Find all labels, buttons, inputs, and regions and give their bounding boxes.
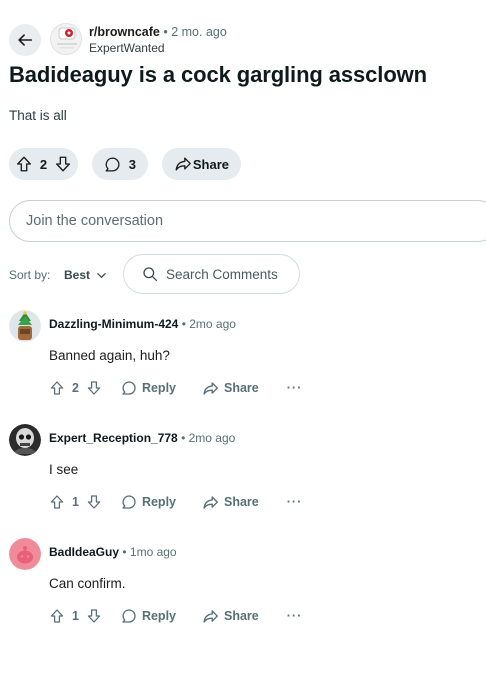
share-icon xyxy=(202,494,219,511)
share-button[interactable]: Share xyxy=(202,380,259,397)
post-author[interactable]: ExpertWanted xyxy=(89,41,165,55)
comment-age: 1mo ago xyxy=(129,545,177,559)
join-conversation-input[interactable]: Join the conversation xyxy=(9,200,486,242)
comment-age: 2mo ago xyxy=(189,317,236,331)
share-icon xyxy=(202,608,219,625)
comment-header: Dazzling-Minimum-424 • 2mo ago xyxy=(49,317,236,331)
comment-vote-group: 1 xyxy=(49,494,102,510)
post-vote-count: 2 xyxy=(39,156,48,172)
upvote-icon[interactable] xyxy=(49,608,65,624)
reply-label: Reply xyxy=(141,609,176,623)
subreddit-line: r/browncafe • 2 mo. ago xyxy=(89,25,227,39)
search-icon xyxy=(142,266,158,282)
share-button[interactable]: Share xyxy=(202,494,259,511)
comment-text: Banned again, huh? xyxy=(49,348,170,363)
more-icon[interactable]: ··· xyxy=(287,495,303,509)
comment-icon xyxy=(121,380,137,396)
downvote-icon[interactable] xyxy=(86,494,102,510)
avatar[interactable] xyxy=(9,310,41,342)
comment-vote-group: 1 xyxy=(49,608,102,624)
subreddit-avatar[interactable] xyxy=(50,23,82,55)
search-comments-button[interactable]: Search Comments xyxy=(123,254,300,294)
downvote-icon[interactable] xyxy=(54,155,72,173)
share-label: Share xyxy=(224,495,259,509)
comment-icon xyxy=(121,608,137,624)
comment-age-separator: • xyxy=(178,317,190,331)
comment-actions: 1 Reply Share ··· xyxy=(49,490,302,514)
comment-age: 2mo ago xyxy=(188,431,236,445)
comment-text: Can confirm. xyxy=(49,576,126,591)
comment-age-separator: • xyxy=(177,431,189,445)
post-comments-button[interactable]: 3 xyxy=(92,148,148,180)
comment-author[interactable]: BadIdeaGuy xyxy=(49,545,119,559)
reply-button[interactable]: Reply xyxy=(121,608,176,624)
comment-text: I see xyxy=(49,462,79,477)
post-body: That is all xyxy=(9,108,67,123)
comment-vote-count: 1 xyxy=(72,609,79,623)
reply-label: Reply xyxy=(141,381,176,395)
upvote-icon[interactable] xyxy=(49,380,65,396)
chevron-down-icon xyxy=(96,270,107,281)
downvote-icon[interactable] xyxy=(86,608,102,624)
comment: Expert_Reception_778 • 2mo ago I see 1 R… xyxy=(9,424,479,524)
post-share-button[interactable]: Share xyxy=(162,148,241,180)
comment-author[interactable]: Expert_Reception_778 xyxy=(49,431,178,445)
comment-vote-group: 2 xyxy=(49,380,102,396)
comment-age-separator: • xyxy=(119,545,130,559)
comment: BadIdeaGuy • 1mo ago Can confirm. 1 Repl… xyxy=(9,538,479,638)
reply-button[interactable]: Reply xyxy=(121,494,176,510)
reply-label: Reply xyxy=(141,495,176,509)
search-comments-label: Search Comments xyxy=(166,266,278,282)
share-label: Share xyxy=(224,609,259,623)
sort-value: Best xyxy=(64,268,91,282)
sort-label: Sort by: xyxy=(9,268,51,282)
more-icon[interactable]: ··· xyxy=(287,609,303,623)
upvote-icon[interactable] xyxy=(15,155,33,173)
upvote-icon[interactable] xyxy=(49,494,65,510)
comment-vote-count: 1 xyxy=(72,495,79,509)
comment: Dazzling-Minimum-424 • 2mo ago Banned ag… xyxy=(9,310,479,410)
share-label: Share xyxy=(224,381,259,395)
avatar[interactable] xyxy=(9,424,41,456)
join-conversation-placeholder: Join the conversation xyxy=(26,213,164,229)
share-icon xyxy=(202,380,219,397)
downvote-icon[interactable] xyxy=(86,380,102,396)
post-title: Badideaguy is a cock gargling assclown xyxy=(9,62,428,87)
comment-header: BadIdeaGuy • 1mo ago xyxy=(49,545,177,559)
comment-author[interactable]: Dazzling-Minimum-424 xyxy=(49,317,178,331)
comment-header: Expert_Reception_778 • 2mo ago xyxy=(49,431,235,445)
post-comment-count: 3 xyxy=(128,156,136,172)
subreddit-logo-icon xyxy=(57,27,77,49)
back-arrow-icon xyxy=(18,34,33,46)
post-share-label: Share xyxy=(192,156,229,172)
comment-icon xyxy=(104,156,121,173)
comment-icon xyxy=(121,494,137,510)
reply-button[interactable]: Reply xyxy=(121,380,176,396)
share-icon xyxy=(174,155,192,173)
more-icon[interactable]: ··· xyxy=(287,381,303,395)
comment-vote-count: 2 xyxy=(72,381,79,395)
back-button[interactable] xyxy=(9,24,41,56)
avatar[interactable] xyxy=(9,538,41,570)
subreddit-name[interactable]: r/browncafe xyxy=(89,25,160,39)
post-age: 2 mo. ago xyxy=(171,25,227,39)
post-header: r/browncafe • 2 mo. ago ExpertWanted xyxy=(9,20,479,60)
sort-dropdown[interactable]: Best xyxy=(64,268,107,282)
comment-actions: 1 Reply Share ··· xyxy=(49,604,302,628)
comment-actions: 2 Reply Share ··· xyxy=(49,376,302,400)
share-button[interactable]: Share xyxy=(202,608,259,625)
post-vote-group: 2 xyxy=(9,148,78,180)
